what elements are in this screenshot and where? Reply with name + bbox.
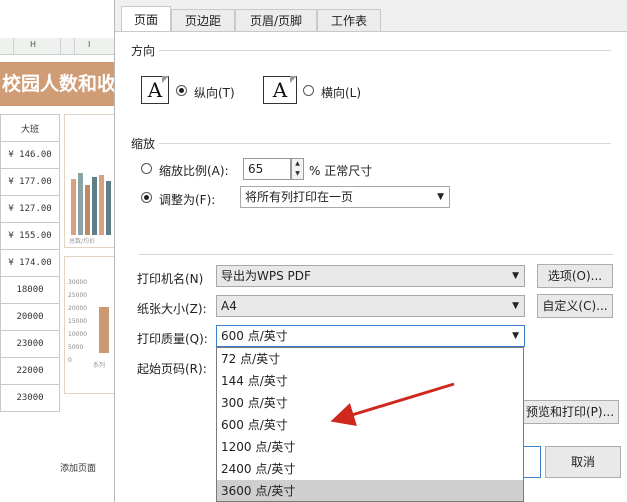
section-divider — [159, 50, 611, 51]
custom-size-button[interactable]: 自定义(C)... — [537, 294, 613, 318]
landscape-label[interactable]: 横向(L) — [321, 84, 361, 101]
quality-option-3600[interactable]: 3600 点/英寸 — [217, 480, 523, 501]
print-quality-value: 600 点/英寸 — [221, 329, 288, 343]
quality-option-72[interactable]: 72 点/英寸 — [217, 348, 523, 370]
fit-to-value: 将所有列打印在一页 — [245, 190, 354, 204]
column-header-h[interactable]: H — [30, 40, 36, 49]
chart-bar — [99, 307, 109, 353]
scale-percent-radio[interactable] — [141, 163, 152, 174]
table-cell[interactable]: 20000 — [0, 303, 60, 331]
tab-margins[interactable]: 页边距 — [171, 9, 235, 31]
table-header-cell[interactable]: 大班 — [0, 114, 60, 142]
table-cell[interactable]: ¥ 146.00 — [0, 141, 60, 169]
printer-label: 打印机名(N) — [137, 272, 204, 286]
section-divider — [159, 143, 611, 144]
table-cell[interactable]: 18000 — [0, 276, 60, 304]
chart-bar — [78, 173, 83, 235]
column-divider — [60, 38, 61, 54]
dropdown-arrow-icon: ▼ — [512, 301, 519, 311]
scale-percent-stepper[interactable]: ▲ ▼ — [291, 158, 304, 180]
landscape-radio[interactable] — [303, 85, 314, 96]
chart-tick: 10000 — [68, 331, 88, 338]
printer-options-button[interactable]: 选项(O)... — [537, 264, 613, 288]
column-header-i[interactable]: I — [88, 40, 90, 49]
scale-percent-input[interactable]: 65 — [243, 158, 291, 180]
start-page-label: 起始页码(R): — [137, 362, 207, 376]
chart-tick: 15000 — [68, 318, 88, 325]
tab-header-footer[interactable]: 页眉/页脚 — [235, 9, 317, 31]
dropdown-arrow-icon: ▼ — [437, 192, 444, 202]
table-cell[interactable]: 23000 — [0, 384, 60, 412]
stepper-up-icon[interactable]: ▲ — [292, 159, 303, 169]
printer-select[interactable]: 导出为WPS PDF ▼ — [216, 265, 525, 287]
chart-bar — [92, 177, 97, 235]
chart-tick: 0 — [68, 357, 72, 364]
tab-strip: 页面 页边距 页眉/页脚 工作表 — [115, 0, 627, 32]
table-cell[interactable]: ¥ 177.00 — [0, 168, 60, 196]
paper-size-select[interactable]: A4 ▼ — [216, 295, 525, 317]
dropdown-arrow-icon: ▼ — [512, 271, 519, 281]
landscape-orientation-icon: A — [263, 76, 297, 104]
scale-percent-label[interactable]: 缩放比例(A): — [159, 162, 229, 179]
column-divider — [13, 38, 14, 54]
dropdown-arrow-icon: ▼ — [512, 331, 519, 341]
chart-tick: 20000 — [68, 305, 88, 312]
chart-bar — [85, 185, 90, 235]
section-divider — [139, 254, 613, 255]
chart-bar — [106, 181, 111, 235]
paper-size-value: A4 — [221, 299, 237, 313]
sheet-data-table: 大班 ¥ 146.00 ¥ 177.00 ¥ 127.00 ¥ 155.00 ¥… — [0, 114, 60, 412]
print-quality-label: 打印质量(Q): — [137, 332, 208, 346]
table-cell[interactable]: ¥ 155.00 — [0, 222, 60, 250]
quality-option-1200[interactable]: 1200 点/英寸 — [217, 436, 523, 458]
chart-caption: 系列 — [93, 362, 106, 369]
add-page-label[interactable]: 添加页面 — [60, 461, 96, 474]
portrait-label[interactable]: 纵向(T) — [194, 84, 235, 101]
chart-tick: 25000 — [68, 292, 88, 299]
tab-sheet[interactable]: 工作表 — [317, 9, 381, 31]
annotation-arrow-icon — [330, 382, 455, 426]
stepper-down-icon[interactable]: ▼ — [292, 169, 303, 179]
fit-to-select[interactable]: 将所有列打印在一页 ▼ — [240, 186, 450, 208]
quality-option-2400[interactable]: 2400 点/英寸 — [217, 458, 523, 480]
fit-to-label[interactable]: 调整为(F): — [159, 191, 215, 208]
orientation-section-title: 方向 — [131, 44, 156, 58]
table-cell[interactable]: ¥ 127.00 — [0, 195, 60, 223]
chart-bar — [71, 179, 76, 235]
table-cell[interactable]: 22000 — [0, 357, 60, 385]
paper-size-label: 纸张大小(Z): — [137, 302, 207, 316]
embedded-chart-2[interactable]: 30000 25000 20000 15000 10000 5000 0 系列 — [64, 256, 118, 394]
printer-value: 导出为WPS PDF — [221, 269, 311, 283]
portrait-orientation-icon: A — [141, 76, 169, 104]
portrait-radio[interactable] — [176, 85, 187, 96]
table-cell[interactable]: 23000 — [0, 330, 60, 358]
chart-bar — [99, 175, 104, 235]
tab-page[interactable]: 页面 — [121, 6, 171, 32]
chart-tick: 30000 — [68, 279, 88, 286]
column-header-bar: H I — [0, 38, 118, 55]
chart-tick: 5000 — [68, 344, 84, 351]
sheet-title-banner: 校园人数和收 — [0, 62, 118, 106]
preview-and-print-button[interactable]: 预览和打印(P)... — [521, 400, 619, 424]
chart-caption: 总数/均价 — [69, 238, 96, 245]
cancel-button[interactable]: 取消 — [545, 446, 621, 478]
fit-to-radio[interactable] — [141, 192, 152, 203]
print-quality-select[interactable]: 600 点/英寸 ▼ — [216, 325, 525, 347]
scaling-section-title: 缩放 — [131, 137, 156, 151]
table-cell[interactable]: ¥ 174.00 — [0, 249, 60, 277]
scale-suffix-label: % 正常尺寸 — [309, 164, 373, 178]
column-divider — [74, 38, 75, 54]
embedded-chart-1[interactable]: 总数/均价 — [64, 114, 118, 248]
